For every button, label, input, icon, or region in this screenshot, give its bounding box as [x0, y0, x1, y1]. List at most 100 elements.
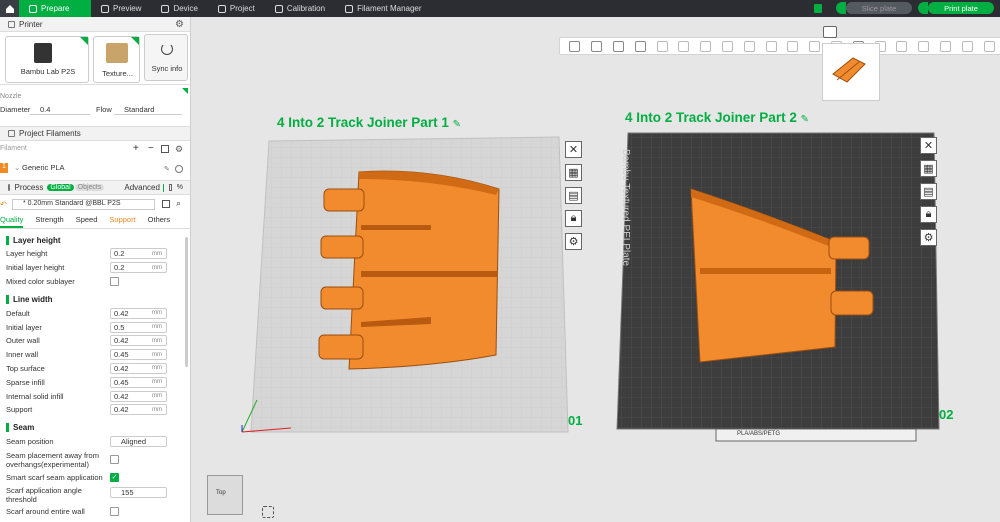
- nozzle-header: Nozzle: [0, 84, 190, 100]
- move-icon[interactable]: [678, 40, 690, 52]
- advanced-switch[interactable]: [162, 183, 165, 192]
- filament-item[interactable]: 1 ⌄ Generic PLA ✎: [0, 163, 190, 175]
- printer-section-header: Printer ⚙: [0, 17, 190, 32]
- remove-filament-button[interactable]: −: [148, 143, 154, 154]
- print-dropdown[interactable]: [918, 2, 928, 14]
- ruler-icon[interactable]: [983, 40, 995, 52]
- printer-card[interactable]: Bambu Lab P2S: [5, 36, 89, 83]
- mixed-color-sublayer-checkbox[interactable]: [110, 276, 119, 286]
- tab-project[interactable]: Project: [208, 0, 265, 17]
- tab-calibration[interactable]: Calibration: [265, 0, 335, 17]
- assembly-icon[interactable]: [896, 40, 908, 52]
- tab-filament-manager[interactable]: Filament Manager: [335, 0, 431, 17]
- save-preset-icon[interactable]: [162, 200, 170, 208]
- diameter-select[interactable]: 0.4: [30, 105, 90, 115]
- orient-plate-icon[interactable]: ▤: [920, 183, 937, 200]
- tab-prepare[interactable]: Prepare: [19, 0, 91, 17]
- filament-sync-icon[interactable]: [161, 145, 169, 153]
- navigation-cube[interactable]: Top: [207, 475, 243, 515]
- slice-dropdown[interactable]: [836, 2, 846, 14]
- setting-top-surface-width: Top surface 0.42 mm: [0, 362, 184, 376]
- tab-strength[interactable]: Strength: [35, 215, 63, 228]
- filament-gear-icon[interactable]: ⚙: [175, 144, 183, 155]
- edit-name-icon[interactable]: ✎: [801, 114, 809, 125]
- home-button[interactable]: [0, 0, 19, 17]
- add-plate-icon[interactable]: [591, 40, 603, 52]
- collapse-sidebar-button[interactable]: [823, 26, 837, 38]
- plate-thumbnail[interactable]: [822, 43, 880, 101]
- lock-icon[interactable]: 🔒︎: [565, 210, 582, 227]
- print-plate-button[interactable]: Print plate: [928, 2, 994, 14]
- sync-info-button[interactable]: Sync info: [144, 34, 188, 81]
- slice-plate-button[interactable]: Slice plate: [846, 2, 912, 14]
- orient-plate-icon[interactable]: ▤: [565, 187, 582, 204]
- flow-select[interactable]: Standard: [114, 105, 182, 115]
- plate-type-card[interactable]: Texture...: [93, 36, 140, 83]
- delete-plate-icon[interactable]: ✕: [920, 137, 937, 154]
- outer-wall-width-input[interactable]: 0.42 mm: [110, 335, 167, 347]
- support-width-input[interactable]: 0.42 mm: [110, 404, 167, 416]
- percent-icon[interactable]: %: [177, 184, 183, 191]
- tab-speed[interactable]: Speed: [76, 215, 98, 228]
- process-preset-select[interactable]: * 0.20mm Standard @BBL P2S: [12, 199, 155, 210]
- add-filament-button[interactable]: +: [133, 143, 139, 154]
- plate-2-title[interactable]: 4 Into 2 Track Joiner Part 2 ✎: [625, 110, 809, 125]
- tab-others[interactable]: Others: [148, 215, 171, 228]
- tab-support[interactable]: Support: [109, 215, 135, 228]
- selected-corner: [80, 37, 88, 45]
- zoom-fit-icon[interactable]: [262, 506, 274, 518]
- scarf-entire-wall-checkbox[interactable]: [110, 506, 119, 516]
- tab-device[interactable]: Device: [151, 0, 207, 17]
- inner-wall-width-input[interactable]: 0.45 mm: [110, 349, 167, 361]
- tab-quality[interactable]: Quality: [0, 215, 24, 228]
- scarf-angle-threshold-input[interactable]: 155: [110, 487, 167, 499]
- menu-icon[interactable]: [656, 40, 668, 52]
- brim-ears-icon[interactable]: [961, 40, 973, 52]
- initial-layer-width-input[interactable]: 0.5 mm: [110, 321, 167, 333]
- arrange-icon[interactable]: [634, 40, 646, 52]
- global-toggle[interactable]: Global: [47, 184, 74, 191]
- filament-manager-icon: [345, 4, 354, 13]
- add-object-icon[interactable]: [569, 40, 581, 52]
- layer-height-input[interactable]: 0.2 mm: [110, 248, 167, 260]
- edit-name-icon[interactable]: ✎: [453, 119, 461, 130]
- seam-position-select[interactable]: Aligned: [110, 436, 167, 448]
- objects-toggle[interactable]: Objects: [74, 184, 105, 191]
- arrange-plate-icon[interactable]: ▦: [920, 160, 937, 177]
- smart-scarf-seam-checkbox[interactable]: ✓: [110, 472, 119, 482]
- 3d-viewport[interactable]: 4 Into 2 Track Joiner Part 1 ✎ 01 4 Into…: [191, 17, 1000, 522]
- process-header: Process Global Objects Advanced %: [0, 180, 190, 195]
- delete-plate-icon[interactable]: ✕: [565, 141, 582, 158]
- plate-1-title[interactable]: 4 Into 2 Track Joiner Part 1 ✎: [277, 115, 461, 130]
- printer-image: [34, 43, 52, 63]
- undo-icon[interactable]: ↶: [0, 200, 7, 209]
- arrange-plate-icon[interactable]: ▦: [565, 164, 582, 181]
- gear-icon[interactable]: ⚙: [175, 19, 184, 30]
- initial-layer-height-input[interactable]: 0.2 mm: [110, 262, 167, 274]
- default-width-input[interactable]: 0.42 mm: [110, 307, 167, 319]
- sparse-infill-width-input[interactable]: 0.45 mm: [110, 376, 167, 388]
- lock-icon[interactable]: 🔒︎: [920, 206, 937, 223]
- rotate-icon[interactable]: [700, 40, 712, 52]
- thumbnail-model: [832, 57, 866, 83]
- seam-away-overhangs-checkbox[interactable]: [110, 454, 119, 464]
- orient-icon[interactable]: [612, 40, 624, 52]
- support-paint-icon[interactable]: [809, 40, 821, 52]
- cut-icon[interactable]: [765, 40, 777, 52]
- measure-icon[interactable]: [918, 40, 930, 52]
- notification-icon[interactable]: [814, 3, 822, 13]
- mesh-boolean-icon[interactable]: [787, 40, 799, 52]
- top-surface-width-input[interactable]: 0.42 mm: [110, 362, 167, 374]
- scale-icon[interactable]: [721, 40, 733, 52]
- lay-on-face-icon[interactable]: [743, 40, 755, 52]
- plate-settings-icon[interactable]: ⚙: [920, 229, 937, 246]
- edit-icon[interactable]: ✎: [164, 165, 170, 173]
- remove-circle-icon[interactable]: [175, 165, 183, 173]
- search-icon[interactable]: ⌕: [176, 198, 181, 209]
- plate-settings-icon[interactable]: ⚙: [565, 233, 582, 250]
- sidebar-scrollbar[interactable]: [185, 237, 188, 367]
- internal-solid-infill-width-input[interactable]: 0.42 mm: [110, 390, 167, 402]
- tab-preview[interactable]: Preview: [91, 0, 151, 17]
- fuzzy-skin-icon[interactable]: [939, 40, 951, 52]
- compare-icon[interactable]: [169, 184, 172, 191]
